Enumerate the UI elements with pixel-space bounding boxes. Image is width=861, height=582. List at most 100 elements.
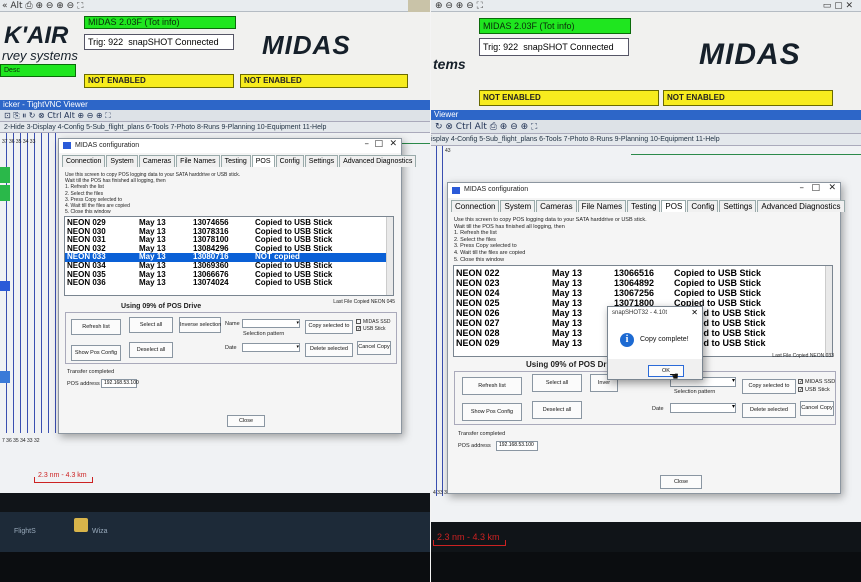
select-all-button[interactable]: Select all bbox=[129, 317, 173, 333]
right-photo: ⊕ ⊖ ⊕ ⊖ ⛶ ▭ ▢ ✕ tems MIDAS 2.03F (Tot in… bbox=[431, 0, 861, 582]
usb-stick-checkbox[interactable]: ✓ USB Stick bbox=[798, 387, 830, 393]
toolbar-glyphs[interactable]: « Alt ⎙ ⊕ ⊖ ⊕ ⊖ ⛶ bbox=[2, 0, 83, 12]
instruction-line: 3. Press Copy selected to bbox=[454, 243, 517, 250]
tab-system[interactable]: System bbox=[500, 200, 536, 212]
midas-config-dialog: MIDAS configuration – □ ✕ Connection Sys… bbox=[58, 138, 417, 434]
close-button[interactable]: Close bbox=[227, 415, 265, 427]
dialog-title: MIDAS configuration bbox=[75, 142, 140, 149]
vnc-toolbar-icons[interactable]: ↻ ⊗ Ctrl Alt ⎙ ⊕ ⊖ ⊕ ⛶ bbox=[435, 120, 537, 134]
refresh-list-button[interactable]: Refresh list bbox=[71, 319, 121, 335]
tab-testing[interactable]: Testing bbox=[220, 155, 251, 167]
show-pos-config-button[interactable]: Show Pos Config bbox=[71, 345, 121, 361]
file-row[interactable]: NEON 030 May 13 13078316 Copied to USB Stic… bbox=[65, 228, 393, 237]
selection-pattern-label: Selection pattern bbox=[243, 331, 285, 337]
tab-pos[interactable]: POS bbox=[661, 200, 687, 212]
tab-cameras[interactable]: Cameras bbox=[138, 155, 176, 167]
chevron-down-icon[interactable]: ▾ bbox=[732, 404, 735, 411]
list-scrollbar[interactable] bbox=[386, 217, 393, 295]
toolbar-glyphs[interactable]: ⊕ ⊖ ⊕ ⊖ ⛶ bbox=[435, 0, 483, 12]
top-toolbar-strip: ⊕ ⊖ ⊕ ⊖ ⛶ ▭ ▢ ✕ bbox=[431, 0, 861, 12]
version-box: MIDAS 2.03F (Tot info) bbox=[84, 16, 236, 29]
pos-file-list[interactable]: NEON 029 May 13 13074656 Copied to USB Stic… bbox=[64, 216, 394, 296]
tab-file-names[interactable]: File Names bbox=[176, 155, 220, 167]
date-label: Date bbox=[652, 406, 664, 412]
file-row-selected[interactable]: NEON 033 May 13 13080716 NOT copied bbox=[65, 253, 393, 262]
show-pos-config-button[interactable]: Show Pos Config bbox=[462, 403, 522, 421]
copy-selected-to-button[interactable]: Copy selected to bbox=[305, 320, 353, 334]
folder-icon[interactable] bbox=[74, 518, 88, 532]
midas-menu-bar[interactable]: isplay 4-Config 5-Sub_flight_plans 6-Too… bbox=[431, 134, 861, 146]
last-file-copied: Last File Copied NEON 045 bbox=[333, 299, 395, 305]
tab-advanced-diagnostics[interactable]: Advanced Diagnostics bbox=[757, 200, 845, 212]
file-row[interactable]: NEON 032 May 13 13084296 Copied to USB Stic… bbox=[65, 245, 393, 254]
file-row[interactable]: NEON 022 May 13 13066516 Copied to USB Stic… bbox=[454, 268, 832, 278]
file-row[interactable]: NEON 023 May 13 13064892 Copied to USB Stic… bbox=[454, 278, 832, 288]
date-select[interactable]: ▾ bbox=[670, 403, 736, 413]
date-select[interactable]: ▾ bbox=[242, 343, 300, 352]
name-select[interactable]: ▾ bbox=[242, 319, 300, 328]
map-scale: 2.3 nm - 4.3 km bbox=[34, 472, 93, 483]
midas-menu-bar[interactable]: 2-Hide 3-Display 4-Config 5-Sub_flight_p… bbox=[0, 122, 430, 133]
maximize-icon[interactable]: □ bbox=[374, 139, 383, 149]
delete-selected-button[interactable]: Delete selected bbox=[305, 343, 353, 357]
usb-stick-checkbox[interactable]: ✓ USB Stick bbox=[356, 326, 386, 332]
status-not-enabled-1: NOT ENABLED bbox=[479, 90, 659, 106]
instruction-line: Wait till the POS has finished all loggi… bbox=[454, 223, 565, 230]
chevron-down-icon[interactable]: ▾ bbox=[296, 320, 299, 327]
close-button[interactable]: Close bbox=[660, 475, 702, 489]
minimize-icon[interactable]: – bbox=[800, 183, 805, 193]
file-row[interactable]: NEON 034 May 13 13069360 Copied to USB Stic… bbox=[65, 262, 393, 271]
minimize-icon[interactable]: – bbox=[365, 139, 370, 149]
tab-pos[interactable]: POS bbox=[251, 155, 275, 167]
copy-selected-to-button[interactable]: Copy selected to bbox=[742, 379, 796, 394]
list-scrollbar[interactable] bbox=[825, 266, 832, 356]
select-all-button[interactable]: Select all bbox=[532, 374, 582, 392]
midas-ssd-checkbox[interactable]: MIDAS SSD bbox=[356, 319, 391, 325]
tab-connection[interactable]: Connection bbox=[451, 200, 500, 212]
popup-close-icon[interactable]: ✕ bbox=[691, 308, 698, 317]
window-controls-icon[interactable]: ▭ ▢ ✕ bbox=[823, 0, 853, 12]
taskbar-item-wizard[interactable]: Wiza bbox=[92, 528, 108, 535]
file-row[interactable]: NEON 031 May 13 13078100 Copied to USB Stic… bbox=[65, 236, 393, 245]
pos-address-field[interactable]: 192.168.53.100 bbox=[496, 441, 538, 451]
maximize-icon[interactable]: □ bbox=[811, 183, 820, 193]
inverse-selection-button[interactable]: Inverse selection bbox=[179, 317, 221, 333]
tab-config[interactable]: Config bbox=[275, 155, 304, 167]
deselect-all-button[interactable]: Deselect all bbox=[532, 401, 582, 419]
tab-cameras[interactable]: Cameras bbox=[536, 200, 577, 212]
file-row[interactable]: NEON 024 May 13 13067256 Copied to USB Stic… bbox=[454, 288, 832, 298]
map-scale: 2.3 nm - 4.3 km bbox=[433, 532, 506, 546]
tab-testing[interactable]: Testing bbox=[627, 200, 661, 212]
midas-ssd-checkbox[interactable]: ✓ MIDAS SSD bbox=[798, 379, 835, 385]
refresh-list-button[interactable]: Refresh list bbox=[462, 377, 522, 395]
cancel-copy-button[interactable]: Cancel Copy bbox=[800, 401, 834, 416]
left-green-stub: Desc bbox=[0, 64, 76, 77]
config-tabs: Connection System Cameras File Names Tes… bbox=[451, 200, 846, 212]
deselect-all-button[interactable]: Deselect all bbox=[129, 342, 173, 358]
pos-address-field[interactable]: 192.168.53.100 bbox=[101, 379, 139, 388]
cancel-copy-button[interactable]: Cancel Copy bbox=[357, 341, 391, 355]
tab-settings[interactable]: Settings bbox=[304, 155, 339, 167]
map-marker-blue-2 bbox=[0, 371, 10, 383]
tab-config[interactable]: Config bbox=[687, 200, 719, 212]
status-not-enabled-1: NOT ENABLED bbox=[84, 74, 234, 88]
transfer-status: Transfer completed bbox=[67, 369, 115, 375]
trigger-status-box: Trig: 922 snapSHOT Connected bbox=[479, 38, 629, 56]
vnc-toolbar-icons[interactable]: ⊡ ⎘ ⏸ ↻ ⊗ Ctrl Alt ⊕ ⊖ ⊕ ⛶ bbox=[4, 110, 111, 122]
file-row[interactable]: NEON 035 May 13 13066676 Copied to USB Stic… bbox=[65, 271, 393, 280]
file-row[interactable]: NEON 029 May 13 13074656 Copied to USB Stic… bbox=[65, 219, 393, 228]
tab-connection[interactable]: Connection bbox=[62, 155, 106, 167]
monitor-bezel bbox=[0, 552, 430, 582]
close-icon[interactable]: ✕ bbox=[828, 183, 836, 193]
file-row[interactable]: NEON 036 May 13 13074024 Copied to USB Stic… bbox=[65, 279, 393, 288]
tab-advanced-diagnostics[interactable]: Advanced Diagnostics bbox=[339, 155, 417, 167]
tab-system[interactable]: System bbox=[106, 155, 138, 167]
taskbar-item-flights[interactable]: FlightS bbox=[14, 528, 36, 535]
chevron-down-icon[interactable]: ▾ bbox=[732, 378, 735, 385]
mouse-cursor-icon: ☚ bbox=[669, 370, 679, 383]
chevron-down-icon[interactable]: ▾ bbox=[296, 344, 299, 351]
close-icon[interactable]: ✕ bbox=[389, 139, 397, 149]
tab-file-names[interactable]: File Names bbox=[577, 200, 627, 212]
delete-selected-button[interactable]: Delete selected bbox=[742, 403, 796, 418]
tab-settings[interactable]: Settings bbox=[719, 200, 757, 212]
